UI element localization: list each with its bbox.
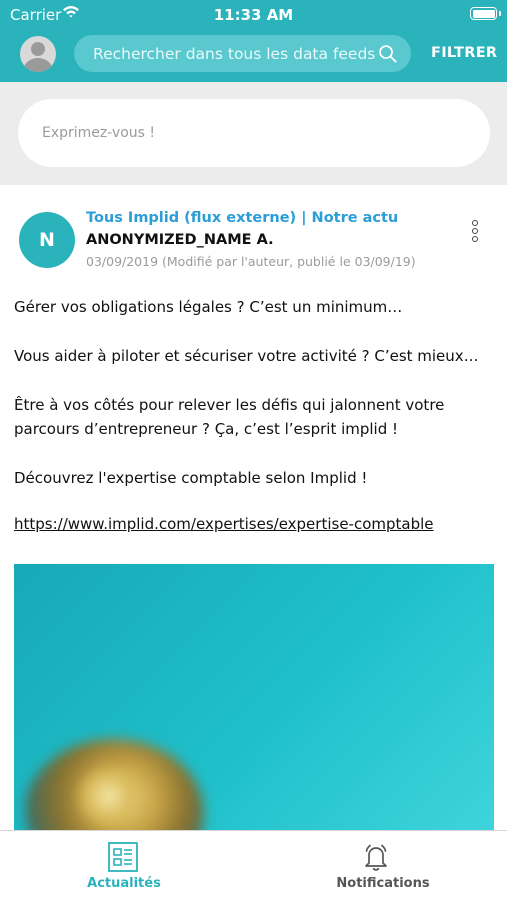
coin-highlight: [74, 769, 144, 824]
battery-icon: [470, 7, 501, 20]
newspaper-icon: [108, 842, 138, 872]
post-paragraph: Découvrez l'expertise comptable selon Im…: [14, 469, 368, 487]
status-bar: Carrier 11:33 AM: [0, 0, 507, 30]
tab-bar: Actualités Notifications: [0, 830, 507, 900]
compose-area: Exprimez-vous !: [0, 82, 507, 185]
post-source-link[interactable]: Tous Implid (flux externe) | Notre actu: [86, 210, 398, 226]
post-image[interactable]: [14, 564, 494, 830]
post-date: 03/09/2019 (Modifié par l'auteur, publié…: [86, 254, 416, 269]
search-placeholder: Rechercher dans tous les data feeds: [93, 45, 376, 63]
tab-notifications[interactable]: Notifications: [253, 831, 507, 900]
post-author-name: ANONYMIZED_NAME A.: [86, 232, 274, 248]
compose-input[interactable]: Exprimez-vous !: [18, 99, 490, 167]
tab-label: Notifications: [336, 876, 430, 891]
post-link[interactable]: https://www.implid.com/expertises/expert…: [14, 515, 434, 533]
avatar-head-shape: [31, 42, 45, 56]
tab-label: Actualités: [87, 876, 161, 891]
clock-time: 11:33 AM: [213, 6, 294, 24]
avatar-body-shape: [24, 58, 52, 72]
post-paragraph: Vous aider à piloter et sécuriser votre …: [14, 347, 479, 365]
tab-actualites[interactable]: Actualités: [0, 831, 254, 900]
filter-button[interactable]: FILTRER: [431, 45, 497, 61]
search-input[interactable]: Rechercher dans tous les data feeds: [74, 35, 411, 72]
user-avatar[interactable]: [20, 36, 56, 72]
post-paragraph: Être à vos côtés pour relever les défis …: [14, 396, 445, 438]
post-paragraph: Gérer vos obligations légales ? C’est un…: [14, 298, 403, 316]
post-author-avatar[interactable]: N: [19, 212, 75, 268]
bell-alarm-icon: [365, 844, 387, 871]
app-header: Carrier 11:33 AM Rechercher dans tous le…: [0, 0, 507, 82]
more-options-icon[interactable]: [466, 220, 484, 242]
feed-post: N Tous Implid (flux externe) | Notre act…: [0, 185, 507, 830]
search-icon[interactable]: [378, 44, 397, 63]
compose-placeholder: Exprimez-vous !: [42, 125, 156, 141]
